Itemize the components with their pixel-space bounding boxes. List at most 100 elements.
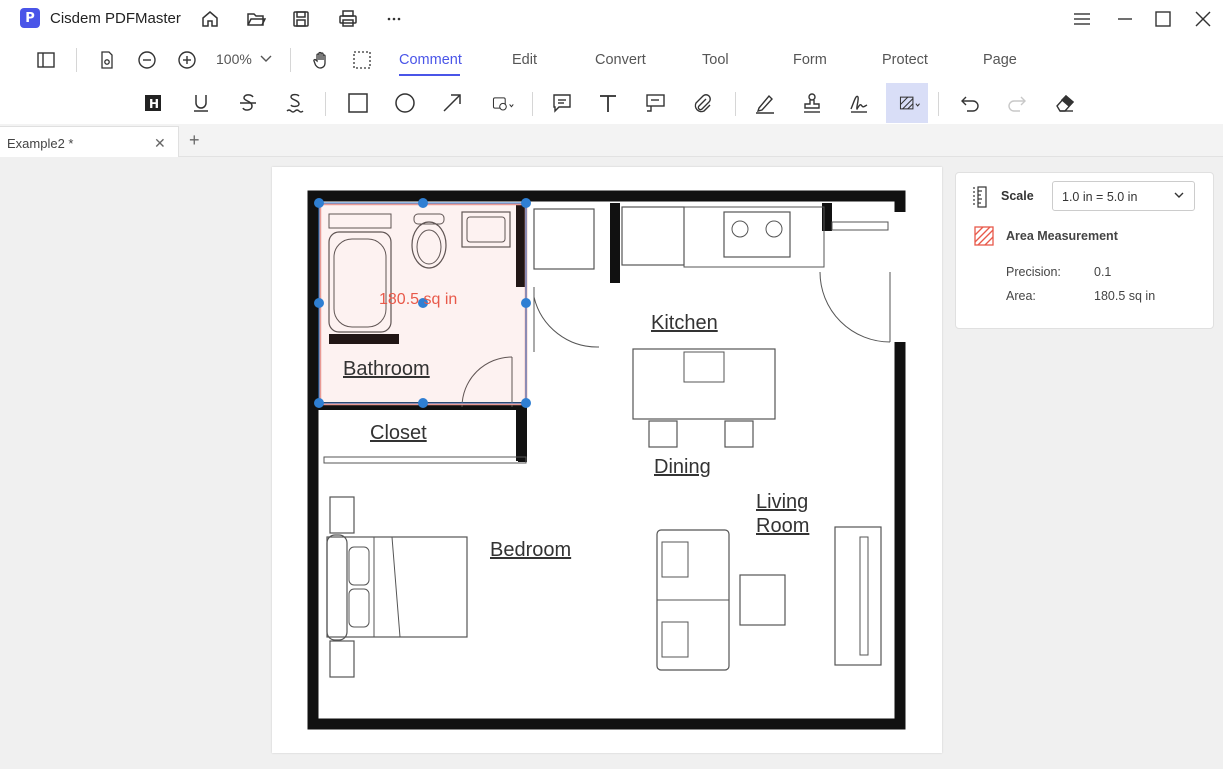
undo-icon[interactable] [957, 90, 983, 116]
arrow-icon[interactable] [439, 90, 465, 116]
highlight-icon[interactable]: H [140, 90, 166, 116]
area-measurement-icon [974, 226, 994, 246]
home-icon[interactable] [198, 7, 222, 31]
area-value: 180.5 sq in [1094, 289, 1156, 303]
more-icon[interactable] [382, 7, 406, 31]
measurement-properties-panel: Scale 1.0 in = 5.0 in Area Measurement P… [955, 172, 1214, 329]
door-swing [819, 271, 891, 343]
zoom-value: 100% [216, 51, 252, 67]
closet-rail [323, 456, 527, 464]
room-label-room: Room [756, 515, 810, 537]
divider [290, 48, 291, 72]
signature-icon[interactable] [846, 90, 872, 116]
area-label: Area: [1006, 289, 1036, 303]
tab-page[interactable]: Page [983, 52, 1017, 68]
tv-cabinet [834, 526, 882, 666]
stool [648, 420, 678, 448]
main-toolbar: 100% Comment Edit Convert Tool Form Prot… [0, 38, 1223, 82]
bed [326, 536, 468, 638]
wall-opening [889, 212, 907, 342]
stamp-icon[interactable] [799, 90, 825, 116]
tab-tool[interactable]: Tool [702, 52, 729, 68]
open-folder-icon[interactable] [244, 7, 268, 31]
sidebar-toggle-icon[interactable] [34, 48, 58, 72]
kitchen-island [632, 348, 776, 420]
measurement-title: Area Measurement [1006, 229, 1118, 243]
rectangle-icon[interactable] [345, 90, 371, 116]
note-icon[interactable] [549, 90, 575, 116]
burner [731, 220, 749, 238]
room-label-living: Living [756, 491, 809, 513]
bed-headboard [326, 534, 348, 641]
ellipse-icon[interactable] [392, 90, 418, 116]
scale-value: 1.0 in = 5.0 in [1062, 190, 1138, 204]
tab-edit[interactable]: Edit [512, 52, 537, 68]
tab-convert[interactable]: Convert [595, 52, 646, 68]
ruler-icon [973, 186, 987, 208]
callout-icon[interactable] [642, 90, 668, 116]
kitchen-counter [683, 206, 825, 268]
sofa-cushion [661, 621, 689, 658]
add-tab-icon[interactable]: + [189, 130, 200, 151]
menu-icon[interactable] [1070, 7, 1094, 31]
pdf-page[interactable]: 180.5 sq in Kitchen Bathroom Closet Dini… [272, 167, 942, 753]
attachment-icon[interactable] [689, 90, 715, 116]
room-label-dining: Dining [654, 456, 711, 478]
close-icon[interactable] [1191, 7, 1215, 31]
nightstand [329, 640, 355, 678]
room-label-living-room: Living Room [756, 490, 809, 538]
tab-form[interactable]: Form [793, 52, 827, 68]
room-label-bedroom: Bedroom [490, 539, 572, 561]
redo-icon[interactable] [1004, 90, 1030, 116]
eraser-icon[interactable] [1051, 90, 1077, 116]
zoom-select[interactable]: 100% [216, 51, 272, 67]
maximize-icon[interactable] [1151, 7, 1175, 31]
coffee-table [739, 574, 786, 626]
page-settings-icon[interactable] [95, 48, 119, 72]
app-title: Cisdem PDFMaster [50, 10, 181, 27]
scale-select[interactable]: 1.0 in = 5.0 in [1052, 181, 1195, 211]
document-tab-bar: Example2 * ✕ + [0, 124, 1223, 157]
tab-protect[interactable]: Protect [882, 52, 928, 68]
kitchen-wall [610, 203, 620, 283]
counter [621, 206, 685, 266]
print-icon[interactable] [336, 7, 360, 31]
floor-plan-drawing [307, 190, 907, 730]
zoom-out-icon[interactable] [135, 48, 159, 72]
minimize-icon[interactable] [1113, 7, 1137, 31]
room-label-kitchen: Kitchen [651, 312, 718, 334]
app-logo: P [20, 8, 40, 28]
shapes-icon[interactable] [486, 90, 520, 116]
scale-label: Scale [1001, 189, 1034, 203]
close-tab-icon[interactable]: ✕ [154, 135, 166, 152]
svg-text:H: H [149, 97, 159, 111]
pillow [348, 588, 370, 628]
underline-icon[interactable] [188, 90, 214, 116]
document-tab[interactable]: Example2 * ✕ [0, 126, 179, 157]
burner [765, 220, 783, 238]
precision-value[interactable]: 0.1 [1094, 265, 1111, 279]
strikethrough-icon[interactable] [235, 90, 261, 116]
hand-tool-icon[interactable] [309, 48, 333, 72]
chevron-down-icon [1174, 192, 1184, 198]
nightstand [329, 496, 355, 534]
measurement-label: 180.5 sq in [379, 291, 458, 308]
pillow [348, 546, 370, 586]
marquee-select-icon[interactable] [350, 48, 374, 72]
title-bar: P Cisdem PDFMaster [0, 0, 1223, 38]
area-measure-icon[interactable] [894, 90, 926, 116]
text-icon[interactable] [595, 90, 621, 116]
tv [859, 536, 869, 656]
zoom-in-icon[interactable] [175, 48, 199, 72]
tab-comment[interactable]: Comment [399, 52, 462, 68]
divider [76, 48, 77, 72]
pencil-icon[interactable] [752, 90, 778, 116]
divider [532, 92, 533, 116]
document-tab-label: Example2 * [7, 136, 74, 151]
squiggly-icon[interactable] [282, 90, 308, 116]
save-icon[interactable] [289, 7, 313, 31]
comment-toolbar: H [0, 82, 1223, 124]
precision-label: Precision: [1006, 265, 1061, 279]
divider [938, 92, 939, 116]
blanket [373, 536, 401, 638]
